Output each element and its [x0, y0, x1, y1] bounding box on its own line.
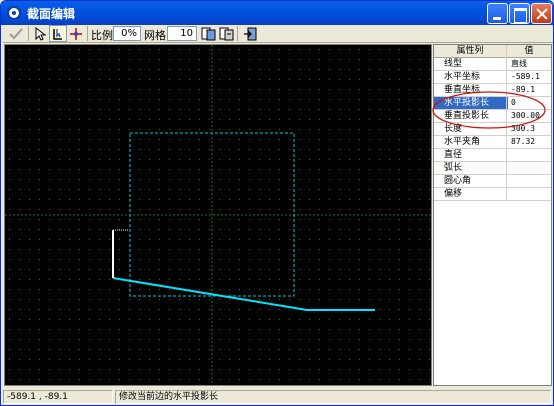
maximize-button[interactable] [509, 3, 530, 24]
close-button[interactable] [531, 3, 552, 24]
scale-input[interactable]: 0% [113, 26, 141, 41]
property-name: 偏移 [444, 189, 463, 199]
status-bar: -589.1 , -89.1 修改当前边的水平投影长 [3, 389, 553, 405]
scale-label: 比例 [91, 29, 113, 42]
column-divider [506, 58, 507, 71]
section-editor-window: 截面编辑 比例 0% 网格 10 属性列 值 线型 直线 水平坐标 -589.1… [0, 0, 554, 406]
section-canvas[interactable] [4, 44, 432, 386]
app-icon [7, 6, 21, 20]
grid-input[interactable]: 10 [167, 26, 197, 41]
property-name: 水平夹角 [444, 137, 481, 147]
property-value[interactable] [508, 188, 551, 200]
property-value[interactable] [508, 175, 551, 187]
highlight-ellipse-annotation [432, 91, 546, 129]
toolbar-separator [28, 26, 29, 41]
select-arrow-icon[interactable] [31, 25, 49, 42]
property-value[interactable] [508, 149, 551, 161]
property-name: 弧长 [444, 163, 463, 173]
toolbar-separator [87, 26, 88, 41]
status-coordinates: -589.1 , -89.1 [3, 390, 113, 404]
column-divider [506, 136, 507, 149]
property-row[interactable]: 弧长 [434, 162, 551, 175]
property-header-row: 属性列 值 [434, 45, 551, 58]
crosshair-icon[interactable] [67, 25, 85, 42]
property-row[interactable]: 水平夹角 87.32 [434, 136, 551, 149]
property-row[interactable]: 水平坐标 -589.1 [434, 71, 551, 84]
column-divider [506, 71, 507, 84]
confirm-check-icon[interactable] [7, 25, 25, 42]
edit-node-icon[interactable] [49, 25, 67, 42]
property-value[interactable]: -589.1 [508, 71, 551, 83]
title-bar[interactable]: 截面编辑 [1, 1, 553, 25]
grid-label: 网格 [144, 29, 166, 42]
property-name: 直径 [444, 150, 463, 160]
property-name: 水平坐标 [444, 72, 481, 82]
toolbar: 比例 0% 网格 10 [3, 25, 553, 43]
column-divider [506, 149, 507, 162]
property-name-header: 属性列 [456, 46, 484, 56]
section-paste-icon[interactable] [218, 25, 236, 42]
toolbar-separator [237, 26, 238, 41]
property-value-header: 值 [524, 46, 534, 56]
property-row[interactable]: 线型 直线 [434, 58, 551, 71]
property-value[interactable] [508, 162, 551, 174]
column-divider [506, 188, 507, 201]
property-name: 线型 [444, 59, 463, 69]
column-divider [506, 175, 507, 188]
status-message: 修改当前边的水平投影长 [115, 390, 551, 404]
property-row[interactable]: 直径 [434, 149, 551, 162]
property-value[interactable]: 87.32 [508, 136, 551, 148]
property-value[interactable]: 直线 [508, 58, 551, 70]
section-copy-icon[interactable] [200, 25, 218, 42]
drawing-surface[interactable] [5, 45, 431, 385]
minimize-button[interactable] [487, 3, 508, 24]
property-row[interactable]: 圆心角 [434, 175, 551, 188]
property-row[interactable]: 偏移 [434, 188, 551, 201]
exit-door-icon[interactable] [241, 25, 259, 42]
property-name: 圆心角 [444, 176, 472, 186]
column-divider [506, 162, 507, 175]
window-title: 截面编辑 [27, 7, 76, 21]
